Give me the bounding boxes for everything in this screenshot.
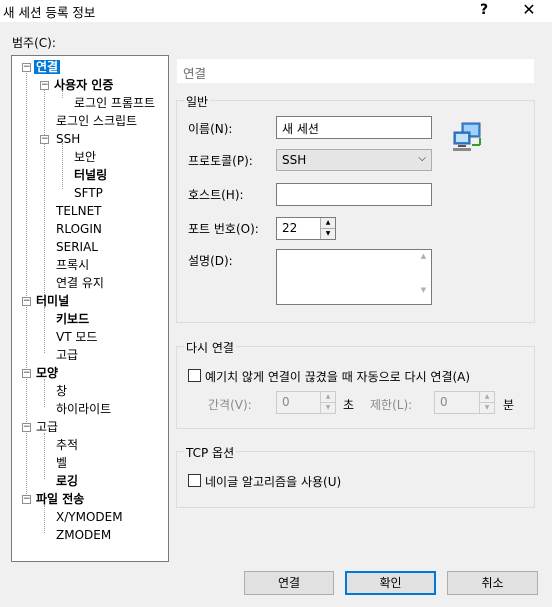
description-scrollbar[interactable]: ▲ ▼ [416,250,431,304]
tree-item-bell[interactable]: 벨 [56,455,67,471]
nagle-label: 네이글 알고리즘을 사용(U) [205,475,342,489]
tree-item-tunneling[interactable]: 터널링 [74,167,107,183]
tree-item-security[interactable]: 보안 [74,149,96,165]
general-group-title: 일반 [184,93,211,110]
connect-button[interactable]: 연결 [244,571,334,595]
panel-header-title: 연결 [183,66,207,81]
close-button[interactable]: ✕ [512,0,546,20]
tree-item-serial[interactable]: SERIAL [56,239,98,255]
tree-item-terminal[interactable]: 터미널 [36,293,69,309]
protocol-select[interactable]: SSH ⌵ [276,149,432,171]
tree-item-keepalive[interactable]: 연결 유지 [56,275,104,291]
limit-spinner[interactable]: ▲ ▼ [479,392,494,413]
name-label: 이름(N): [188,122,233,136]
host-label: 호스트(H): [188,188,244,202]
protocol-label: 프로토콜(P): [188,154,253,168]
tree-guide-line [44,379,45,407]
collapse-icon[interactable]: − [22,297,31,306]
tree-item-rlogin[interactable]: RLOGIN [56,221,102,237]
window-title: 새 세션 등록 정보 [3,5,96,20]
auto-reconnect-label: 예기치 않게 연결이 끊겼을 때 자동으로 다시 연결(A) [205,370,471,384]
tree-guide-line [44,433,45,479]
tree-item-logging[interactable]: 로깅 [56,473,78,489]
collapse-icon[interactable]: − [40,81,49,90]
network-computers-icon [450,121,486,155]
port-spinner[interactable]: ▲ ▼ [320,218,335,239]
tree-item-connection[interactable]: 연결 [34,59,61,75]
panel-header [176,58,535,84]
tree-item-appearance[interactable]: 모양 [36,365,58,381]
name-input-value: 새 세션 [282,122,319,136]
reconnect-group [176,346,535,429]
ok-button[interactable]: 확인 [345,571,436,595]
tree-item-trace[interactable]: 추적 [56,437,78,453]
tree-item-sftp[interactable]: SFTP [74,185,103,201]
spin-up-icon[interactable]: ▲ [321,392,335,403]
tcp-group-title: TCP 옵션 [184,444,237,461]
description-label: 설명(D): [188,254,233,268]
tree-item-highlight[interactable]: 하이라이트 [56,401,111,417]
description-input[interactable]: ▲ ▼ [276,249,432,305]
interval-input-value: 0 [282,395,290,409]
collapse-icon[interactable]: − [22,423,31,432]
tree-guide-line [62,143,63,189]
category-tree[interactable]: − 연결 − 사용자 인증 로그인 프롬프트 로그인 스크립트 − SSH 보안… [11,55,169,562]
collapse-icon[interactable]: − [40,135,49,144]
port-label: 포트 번호(O): [188,222,259,236]
limit-label: 제한(L): [370,398,413,412]
spin-down-icon[interactable]: ▼ [321,402,335,413]
tree-item-keyboard[interactable]: 키보드 [56,311,89,327]
tree-guide-line [26,69,27,498]
spin-down-icon[interactable]: ▼ [480,402,494,413]
tree-guide-line [44,307,45,353]
tree-item-advanced2[interactable]: 고급 [36,419,58,435]
port-input[interactable]: 22 ▲ ▼ [276,217,336,240]
tree-item-vt-mode[interactable]: VT 모드 [56,329,97,345]
tree-item-telnet[interactable]: TELNET [56,203,102,219]
reconnect-group-title: 다시 연결 [184,339,236,356]
scroll-up-icon[interactable]: ▲ [416,252,431,260]
tree-item-login-script[interactable]: 로그인 스크립트 [56,113,137,129]
tree-guide-line [44,505,45,533]
interval-unit: 초 [343,398,355,412]
tree-item-proxy[interactable]: 프록시 [56,257,89,273]
collapse-icon[interactable]: − [22,495,31,504]
tree-item-ssh[interactable]: SSH [56,131,80,147]
collapse-icon[interactable]: − [22,369,31,378]
spin-up-icon[interactable]: ▲ [321,218,335,229]
tree-item-xymodem[interactable]: X/YMODEM [56,509,123,525]
limit-input[interactable]: 0 ▲ ▼ [434,391,495,414]
category-label: 범주(C): [12,36,56,50]
spin-down-icon[interactable]: ▼ [321,228,335,239]
host-input[interactable] [276,183,432,206]
help-button[interactable]: ? [470,0,498,20]
auto-reconnect-checkbox[interactable] [188,369,201,382]
limit-unit: 분 [503,398,515,412]
tree-item-login-prompt[interactable]: 로그인 프롬프트 [74,95,155,111]
tree-item-window[interactable]: 창 [56,383,67,399]
interval-input[interactable]: 0 ▲ ▼ [276,391,336,414]
port-input-value: 22 [282,221,298,235]
chevron-down-icon: ⌵ [418,153,426,164]
tree-item-file-transfer[interactable]: 파일 전송 [36,491,84,507]
tree-item-user-auth[interactable]: 사용자 인증 [54,77,113,93]
protocol-select-value: SSH [282,153,307,167]
spin-up-icon[interactable]: ▲ [480,392,494,403]
interval-spinner[interactable]: ▲ ▼ [320,392,335,413]
nagle-checkbox[interactable] [188,474,201,487]
collapse-icon[interactable]: − [22,63,31,72]
limit-input-value: 0 [440,395,448,409]
tree-guide-line [44,89,45,299]
tree-item-advanced[interactable]: 고급 [56,347,78,363]
scroll-down-icon[interactable]: ▼ [416,286,431,294]
name-input[interactable]: 새 세션 [276,116,432,139]
interval-label: 간격(V): [208,398,252,412]
tree-item-zmodem[interactable]: ZMODEM [56,527,111,543]
cancel-button[interactable]: 취소 [447,571,538,595]
